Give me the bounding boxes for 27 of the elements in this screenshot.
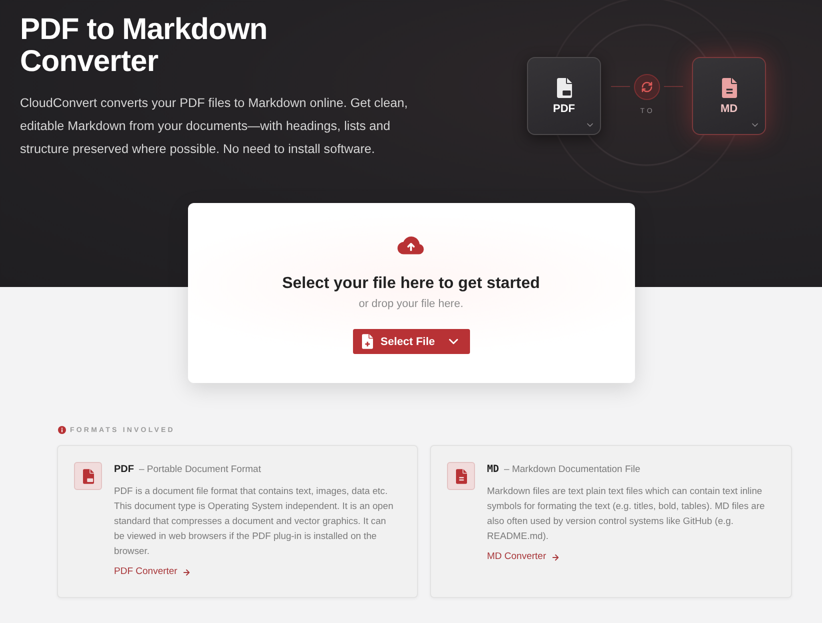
hero-description: CloudConvert converts your PDF files to Markdown online. Get clean, editable Markdown from your documents—with headings, lists and structure preserved where possible. No need to install software. [20, 95, 409, 158]
format-name: – Portable Document Format [139, 463, 261, 477]
connector-line [610, 86, 630, 87]
upload-hint: or drop your file here. [358, 297, 464, 312]
page-title: PDF to Markdown Converter [20, 14, 268, 78]
file-plus-icon [362, 334, 372, 349]
file-icon [556, 78, 572, 98]
cloud-upload-icon [397, 234, 425, 255]
format-description: PDF is a document file format that contains text, images, data etc. This document type is Operating System independent. It is an open standard that compresses a document and vector graphics. It can be viewed in web browsers if the PDF plug-in is installed on the browser. [114, 484, 394, 558]
format-code: PDF [114, 463, 134, 477]
document-icon [722, 78, 736, 98]
refresh-icon [634, 74, 660, 100]
arrow-right-icon [551, 552, 560, 562]
converter-link[interactable]: MD Converter [487, 550, 560, 564]
format-select-button[interactable]: MD [692, 57, 766, 135]
upload-heading: Select your file here to get started [282, 274, 540, 294]
document-icon [447, 462, 475, 490]
converter-link[interactable]: PDF Converter [114, 565, 192, 579]
arrow-right-icon [182, 568, 192, 576]
info-icon [58, 426, 66, 434]
connector-line [664, 86, 682, 87]
select-file-button[interactable]: Select File [352, 329, 470, 354]
format-select-button[interactable]: PDF [527, 57, 601, 135]
format-code: MD [487, 463, 500, 477]
file-icon [74, 462, 102, 490]
format-description: Markdown files are text plain text files which can contain text inline symbols for formating the text (e.g. titles, bold, tables). MD files are also often used by version control systems like GitHub (e.g. README.md). [487, 484, 766, 543]
format-name: – Markdown Documentation File [504, 463, 640, 477]
